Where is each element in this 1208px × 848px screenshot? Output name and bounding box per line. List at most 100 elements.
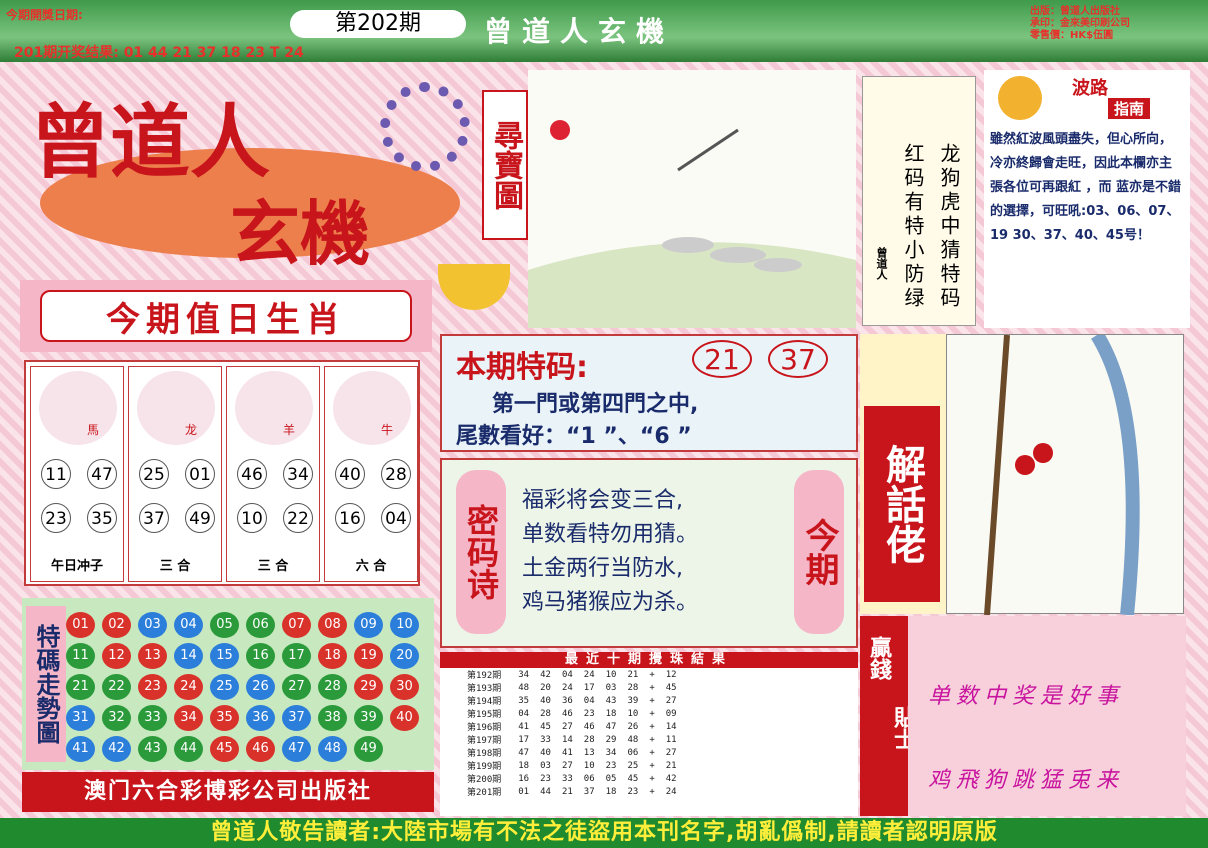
history-cell: 23 (583, 708, 595, 719)
history-cell: 26 (627, 721, 639, 732)
history-cell: 28 (540, 708, 551, 719)
history-cell: 13 (583, 747, 595, 758)
history-cell: 34 (518, 669, 530, 680)
history-cell: 09 (665, 708, 677, 719)
trend-ball: 48 (318, 736, 347, 762)
zodiac-number: 28 (381, 459, 411, 489)
history-cell: 01 (518, 786, 530, 797)
trend-ball: 25 (210, 674, 239, 700)
zodiac-number: 37 (139, 503, 169, 533)
trend-ball: 02 (102, 612, 131, 638)
history-cell: 11 (665, 734, 677, 745)
special-label: 本期特码: (456, 350, 588, 385)
history-cell: + (649, 734, 655, 745)
history-cell: 21 (627, 669, 639, 680)
open-date-label: 今期開獎日期: (6, 8, 83, 22)
zodiac-animal-label: 龙 (185, 423, 198, 437)
riddle-illustration (946, 331, 1184, 616)
history-cell: 42 (665, 773, 677, 784)
coins-icon (380, 82, 470, 172)
trend-ball: 03 (138, 612, 167, 638)
trend-ball: 16 (246, 643, 275, 669)
special-number-1: 21 (692, 340, 752, 378)
history-cell: 43 (605, 695, 617, 706)
history-cell: 第193期 (467, 684, 502, 694)
trend-ball: 05 (210, 612, 239, 638)
history-cell: 17 (583, 682, 595, 693)
trend-ball: 38 (318, 705, 347, 731)
zodiac-column: 馬 11 47 23 35 午日冲子 (30, 366, 124, 582)
trend-ball: 10 (390, 612, 419, 638)
history-cell: 28 (627, 682, 639, 693)
history-cell: 28 (583, 734, 595, 745)
footer-notice: 曾道人敬告讀者:大陸市場有不法之徒盜用本刊名字,胡亂僞制,請讀者認明原版 (0, 818, 1208, 848)
zodiac-number: 22 (283, 503, 313, 533)
history-cell: 23 (605, 760, 617, 771)
history-cell: 06 (627, 747, 639, 758)
trend-ball: 32 (102, 705, 131, 731)
history-cell: 18 (605, 708, 617, 719)
logo-line2: 玄機 (230, 192, 370, 275)
history-cell: 40 (540, 695, 551, 706)
code-poem-right: 今期 (794, 470, 844, 634)
zodiac-number: 25 (139, 459, 169, 489)
trend-ball: 41 (66, 736, 95, 762)
trend-ball: 19 (354, 643, 383, 669)
code-poem-line: 土金两行当防水, (522, 556, 683, 581)
publisher-info: 出版：曾道人出版社 承印：金來美印刷公司 零售價：HK$伍圓 (1030, 6, 1130, 42)
trend-ball: 15 (210, 643, 239, 669)
trend-publisher: 澳门六合彩博彩公司出版社 (22, 772, 434, 812)
trend-ball: 06 (246, 612, 275, 638)
history-cell: 47 (605, 721, 617, 732)
history-cell: 05 (605, 773, 617, 784)
history-cell: 03 (540, 760, 551, 771)
code-poem-line: 鸡马猪猴应为杀。 (522, 590, 699, 615)
history-row: 第192期 34 42 04 24 10 21 +12 (464, 668, 685, 682)
zodiac-heading: 今期值日生肖 (40, 290, 412, 342)
history-cell: 46 (561, 708, 573, 719)
trend-ball: 24 (174, 674, 203, 700)
trend-ball: 29 (354, 674, 383, 700)
history-title: 最近十期攪珠結果 (440, 652, 858, 668)
trend-ball: 43 (138, 736, 167, 762)
history-cell: 37 (583, 786, 595, 797)
special-line-2: 尾數看好：“1 ”、“6 ” (456, 424, 692, 449)
history-cell: + (649, 747, 655, 758)
history-cell: 48 (627, 734, 639, 745)
history-row: 第194期 35 40 36 04 43 39 +27 (464, 694, 685, 708)
trend-ball: 13 (138, 643, 167, 669)
zodiac-tag: 三 合 (159, 559, 191, 574)
history-row: 第200期 16 23 33 06 05 45 +42 (464, 772, 685, 786)
special-number-2: 37 (768, 340, 828, 378)
zodiac-heading-bg: 今期值日生肖 (20, 280, 432, 352)
trend-ball: 36 (246, 705, 275, 731)
history-cell: 03 (605, 682, 617, 693)
history-cell: 44 (540, 786, 551, 797)
history-cell: 27 (665, 747, 677, 758)
last-result: 201期开奖结果: 01 44 21 37 18 23 T 24 (14, 45, 304, 61)
history-cell: 第194期 (467, 697, 502, 707)
zodiac-number: 01 (185, 459, 215, 489)
zodiac-number: 04 (381, 503, 411, 533)
trend-ball: 28 (318, 674, 347, 700)
yinyang-icon (998, 76, 1042, 120)
history-row: 第193期 48 20 24 17 03 28 +45 (464, 681, 685, 695)
trend-ball: 45 (210, 736, 239, 762)
history-cell: 24 (583, 669, 595, 680)
history-cell: 10 (583, 760, 595, 771)
trend-ball: 40 (390, 705, 419, 731)
trend-side: 特碼走勢圖 (26, 606, 66, 762)
history-cell: 14 (561, 734, 573, 745)
zodiac-number: 49 (185, 503, 215, 533)
history-cell: 35 (518, 695, 530, 706)
history-cell: + (649, 721, 655, 732)
history-cell: 33 (540, 734, 551, 745)
history-cell: 27 (665, 695, 677, 706)
trend-ball: 26 (246, 674, 275, 700)
poem-author: 曾道人 (875, 247, 888, 280)
trend-ball: 39 (354, 705, 383, 731)
zodiac-number: 11 (41, 459, 71, 489)
zodiac-animal-icon (235, 371, 313, 445)
code-poem-side: 密码诗 (456, 470, 506, 634)
zodiac-number: 16 (335, 503, 365, 533)
